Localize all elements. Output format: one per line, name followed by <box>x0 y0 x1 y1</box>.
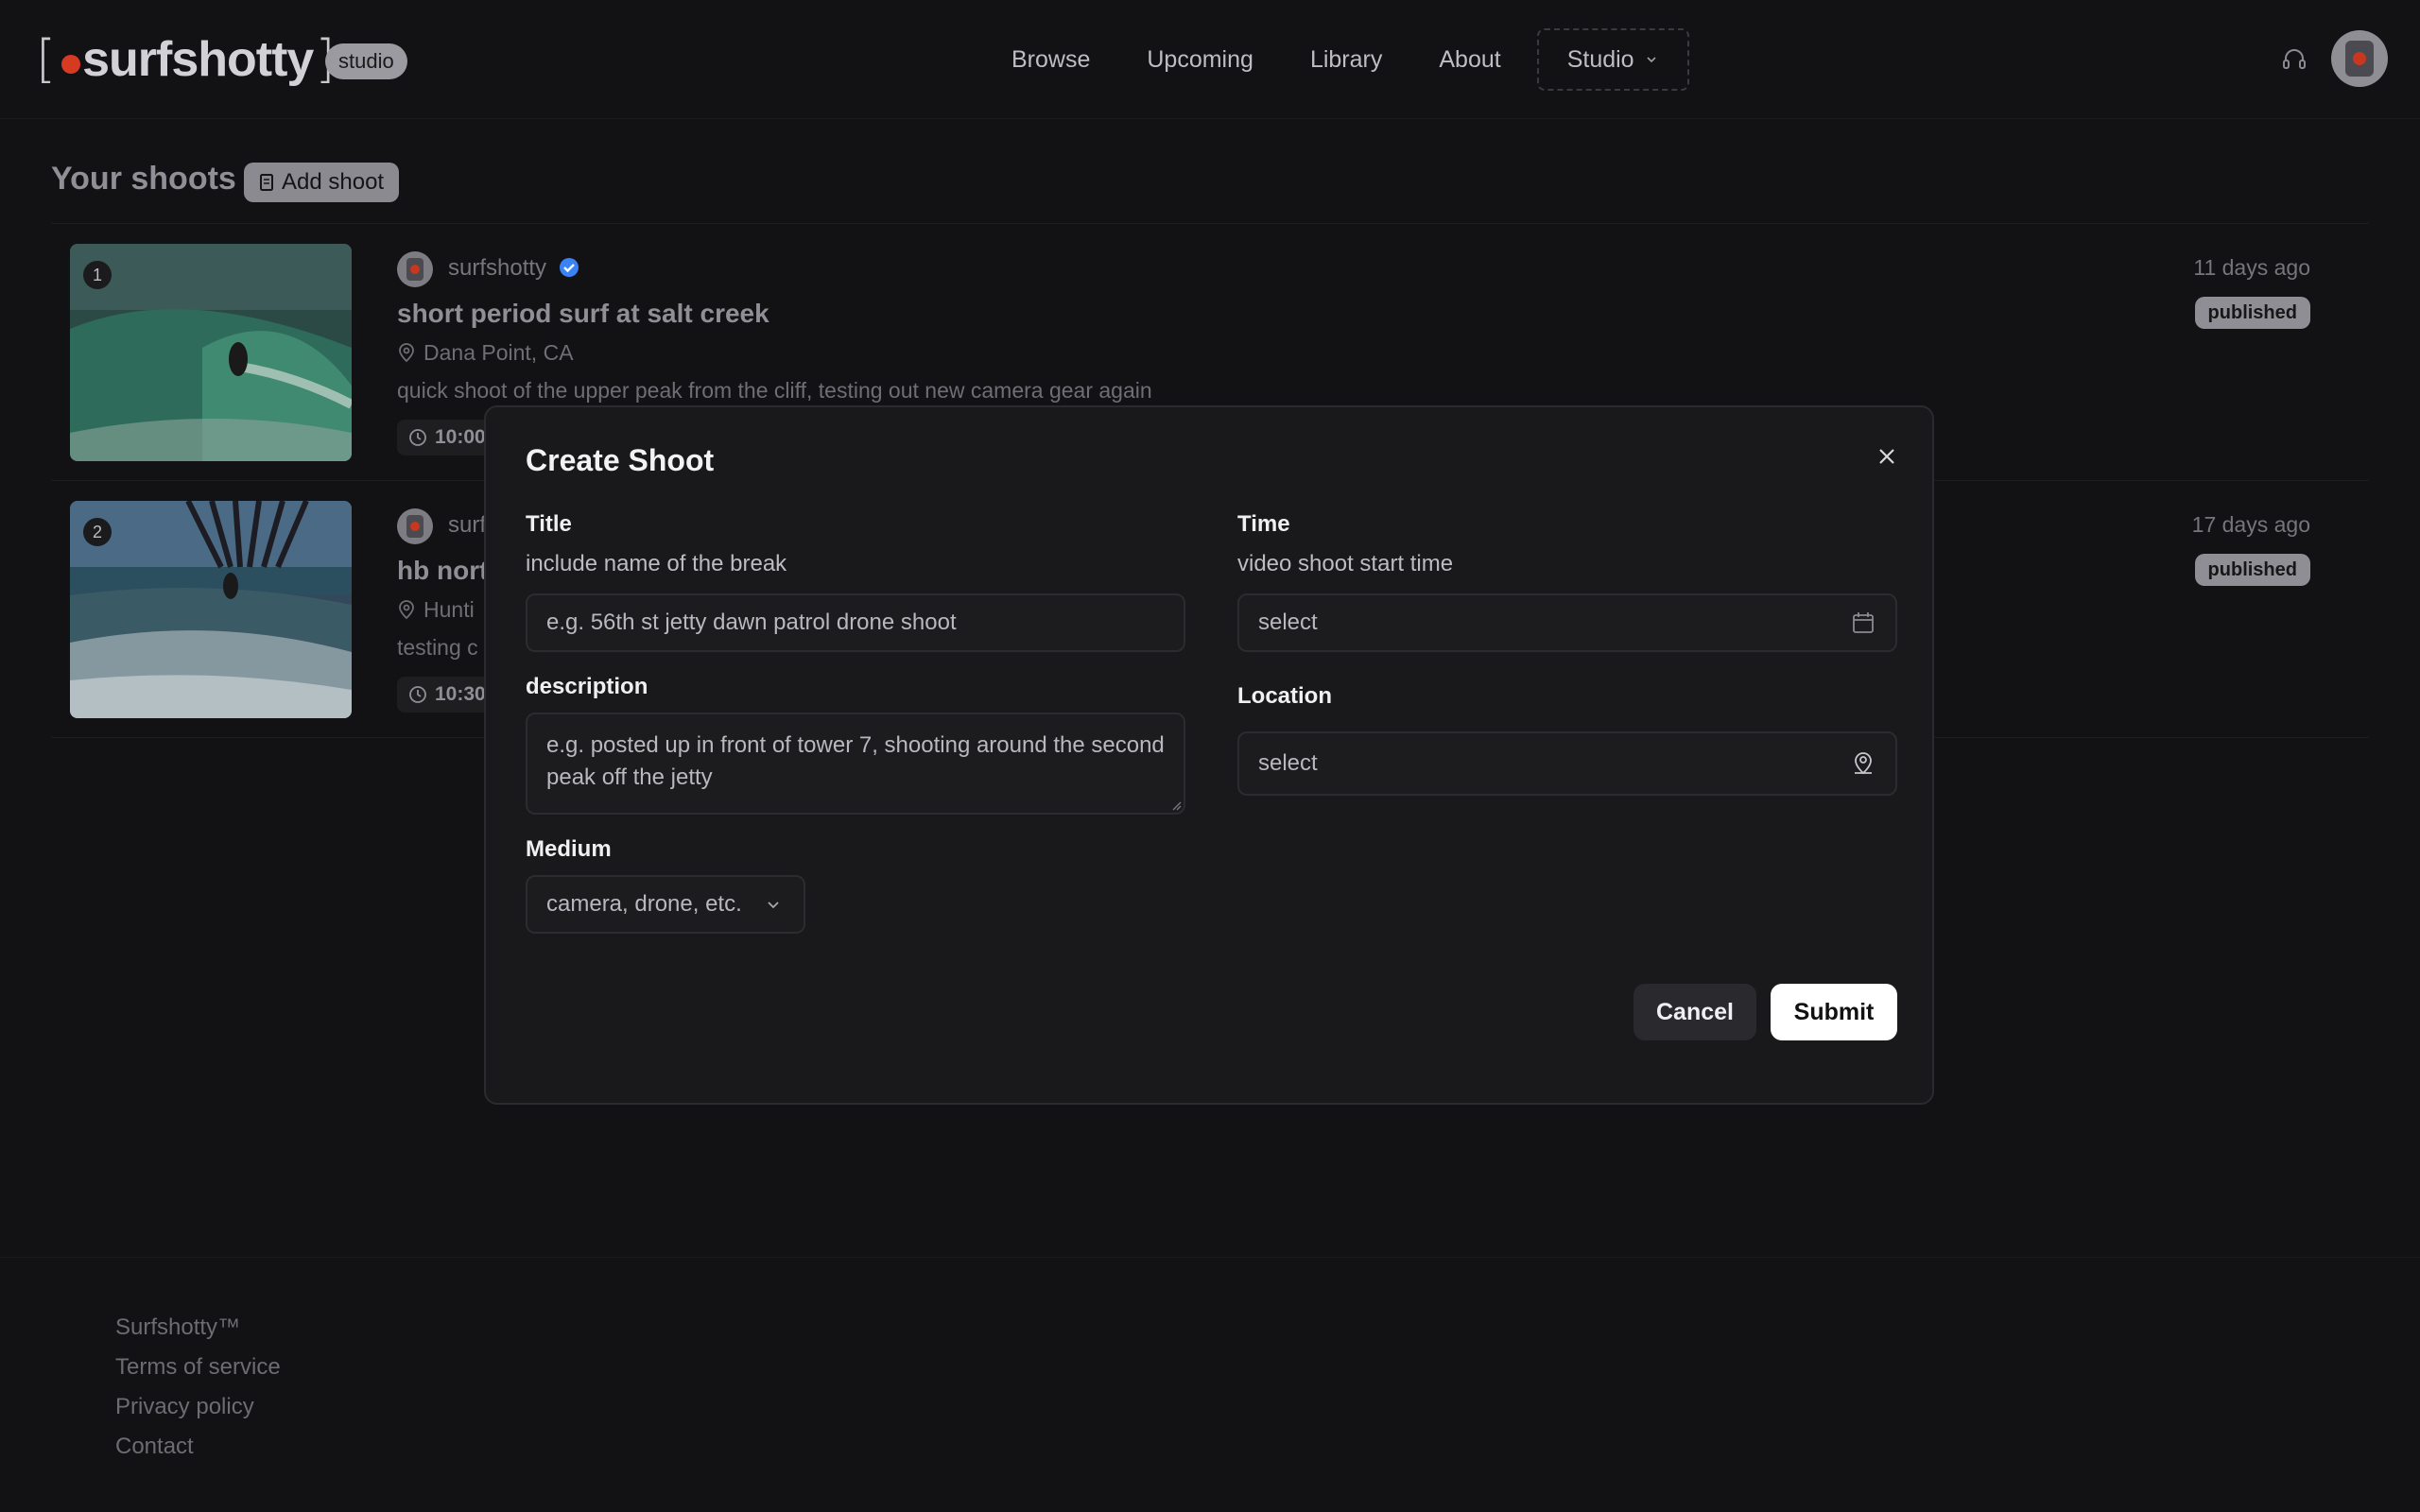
footer-privacy-link[interactable]: Privacy policy <box>115 1387 281 1427</box>
shoot-location-text: Dana Point, CA <box>424 340 574 365</box>
title-input[interactable]: e.g. 56th st jetty dawn patrol drone sho… <box>526 593 1185 652</box>
studio-badge: studio <box>325 43 407 79</box>
location-label: Location <box>1237 683 1332 709</box>
shoot-index-badge: 2 <box>83 518 112 546</box>
cancel-button[interactable]: Cancel <box>1634 984 1756 1040</box>
main-nav: Browse Upcoming Library About Studio <box>983 28 1689 91</box>
chevron-down-icon <box>1647 57 1656 63</box>
medium-label: Medium <box>526 836 612 862</box>
medium-select[interactable]: camera, drone, etc. <box>526 875 805 934</box>
nav-browse[interactable]: Browse <box>983 30 1118 89</box>
title-label: Title <box>526 511 572 537</box>
shoot-time-chip: 10:30 <box>397 677 497 713</box>
nav-about[interactable]: About <box>1410 30 1529 89</box>
status-badge: published <box>2194 554 2310 586</box>
user-avatar[interactable] <box>2331 30 2388 87</box>
description-placeholder: e.g. posted up in front of tower 7, shoo… <box>546 732 1165 790</box>
shoot-time-chip: 10:00 <box>397 420 497 455</box>
time-help: video shoot start time <box>1237 551 1454 576</box>
page-title: Your shoots <box>51 161 236 197</box>
shoot-description: testing c <box>397 635 478 660</box>
location-picker[interactable]: select <box>1237 731 1897 796</box>
logo-wordmark: surfshotty <box>82 32 314 87</box>
shoot-location: Dana Point, CA <box>397 340 574 366</box>
submit-button[interactable]: Submit <box>1771 984 1897 1040</box>
add-shoot-label: Add shoot <box>282 169 385 195</box>
footer-contact-link[interactable]: Contact <box>115 1427 281 1467</box>
author-name[interactable]: surfshotty <box>448 255 579 282</box>
chevron-down-icon <box>768 902 779 909</box>
wave-image <box>70 501 352 718</box>
author-name-text: surf <box>448 512 487 538</box>
nav-studio-dropdown[interactable]: Studio <box>1536 28 1689 91</box>
shoot-title[interactable]: short period surf at salt creek <box>397 299 769 329</box>
shoot-time-text: 10:30 <box>435 683 486 705</box>
dialog-title: Create Shoot <box>526 443 715 477</box>
nav-studio-label: Studio <box>1566 45 1634 73</box>
author-avatar[interactable] <box>397 508 433 544</box>
avatar-camera-glyph <box>406 515 424 538</box>
medium-select-value: camera, drone, etc. <box>546 891 742 917</box>
add-document-icon <box>260 174 273 191</box>
footer-terms-link[interactable]: Terms of service <box>115 1348 281 1387</box>
footer-links: Surfshotty™ Terms of service Privacy pol… <box>115 1308 281 1467</box>
footer-brand: Surfshotty™ <box>115 1314 241 1340</box>
avatar-camera-glyph <box>406 258 424 281</box>
author-avatar[interactable] <box>397 251 433 287</box>
shoot-age: 11 days ago <box>2193 255 2310 280</box>
calendar-icon <box>1853 612 1874 633</box>
map-pin-icon <box>399 600 414 620</box>
shoot-thumbnail[interactable]: 1 <box>70 244 352 461</box>
status-badge: published <box>2194 297 2310 329</box>
shoot-time-text: 10:00 <box>435 426 486 448</box>
shoot-title[interactable]: hb nort <box>397 556 488 586</box>
verified-badge-icon <box>559 258 579 277</box>
clock-icon <box>409 429 426 446</box>
close-icon[interactable] <box>1876 445 1898 468</box>
nav-library[interactable]: Library <box>1282 30 1410 89</box>
add-shoot-button[interactable]: Add shoot <box>244 163 400 202</box>
resize-handle-icon[interactable] <box>1170 799 1182 811</box>
top-header: [ surfshotty ] studio Browse Upcoming Li… <box>0 0 2420 119</box>
brand-logo[interactable]: [ surfshotty ] <box>36 26 335 93</box>
clock-icon <box>409 686 426 703</box>
avatar-camera-glyph <box>2345 41 2374 77</box>
logo-bracket-left: [ <box>36 29 57 89</box>
title-help: include name of the break <box>526 551 787 576</box>
shoot-location: Hunti <box>397 597 475 623</box>
map-pin-icon <box>399 343 414 363</box>
shoot-index-badge: 1 <box>83 261 112 289</box>
description-textarea[interactable]: e.g. posted up in front of tower 7, shoo… <box>526 713 1185 815</box>
headset-icon[interactable] <box>2280 45 2308 74</box>
location-person-icon <box>1855 752 1872 775</box>
shoot-description: quick shoot of the upper peak from the c… <box>397 378 1152 403</box>
shoot-age: 17 days ago <box>2191 512 2310 537</box>
shoot-thumbnail[interactable]: 2 <box>70 501 352 718</box>
location-picker-value: select <box>1258 750 1318 776</box>
logo-record-dot <box>61 55 81 74</box>
footer-divider <box>0 1257 2420 1258</box>
list-divider <box>51 223 2369 224</box>
description-label: description <box>526 674 648 699</box>
wave-image <box>70 244 352 461</box>
time-label: Time <box>1237 511 1290 537</box>
author-name-text: surfshotty <box>448 255 547 281</box>
shoot-location-text: Hunti <box>424 597 475 622</box>
title-input-placeholder: e.g. 56th st jetty dawn patrol drone sho… <box>546 610 957 635</box>
nav-upcoming[interactable]: Upcoming <box>1118 30 1282 89</box>
time-picker[interactable]: select <box>1237 593 1897 652</box>
author-name[interactable]: surf <box>448 512 486 539</box>
create-shoot-dialog: Create Shoot Title include name of the b… <box>484 405 1934 1105</box>
time-picker-value: select <box>1258 610 1318 635</box>
